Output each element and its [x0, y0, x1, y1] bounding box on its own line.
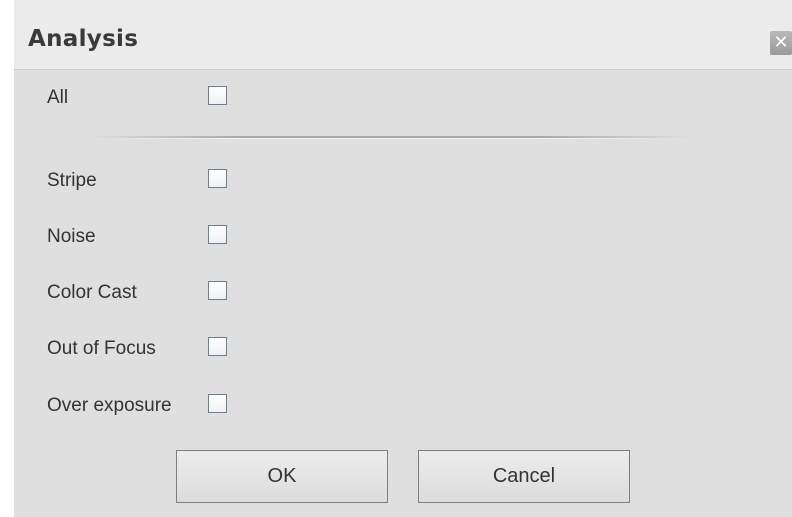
- checkbox-stripe[interactable]: [208, 169, 227, 188]
- ok-button[interactable]: OK: [176, 450, 388, 503]
- close-icon[interactable]: ✕: [770, 31, 792, 55]
- checkbox-color-cast[interactable]: [208, 281, 227, 300]
- checkbox-out-of-focus[interactable]: [208, 337, 227, 356]
- option-row-stripe: Stripe: [14, 166, 414, 196]
- option-row-over-exposure: Over exposure: [14, 391, 414, 421]
- checkbox-over-exposure[interactable]: [208, 394, 227, 413]
- analysis-dialog: Analysis ✕ All Stripe Noise Color Cast O…: [14, 0, 792, 517]
- cancel-button[interactable]: Cancel: [418, 450, 630, 503]
- option-label-stripe: Stripe: [47, 170, 97, 191]
- option-row-color-cast: Color Cast: [14, 278, 414, 308]
- option-row-noise: Noise: [14, 222, 414, 252]
- option-row-all: All: [14, 83, 414, 113]
- dialog-title-bar: Analysis ✕: [14, 0, 792, 70]
- dialog-title: Analysis: [28, 26, 139, 52]
- option-label-out-of-focus: Out of Focus: [47, 338, 156, 359]
- option-label-all: All: [47, 87, 69, 108]
- checkbox-noise[interactable]: [208, 225, 227, 244]
- checkbox-all[interactable]: [208, 86, 227, 105]
- option-row-out-of-focus: Out of Focus: [14, 334, 414, 364]
- option-label-noise: Noise: [47, 226, 96, 247]
- option-label-color-cast: Color Cast: [47, 282, 137, 303]
- divider-highlight: [90, 138, 690, 139]
- option-label-over-exposure: Over exposure: [47, 395, 172, 416]
